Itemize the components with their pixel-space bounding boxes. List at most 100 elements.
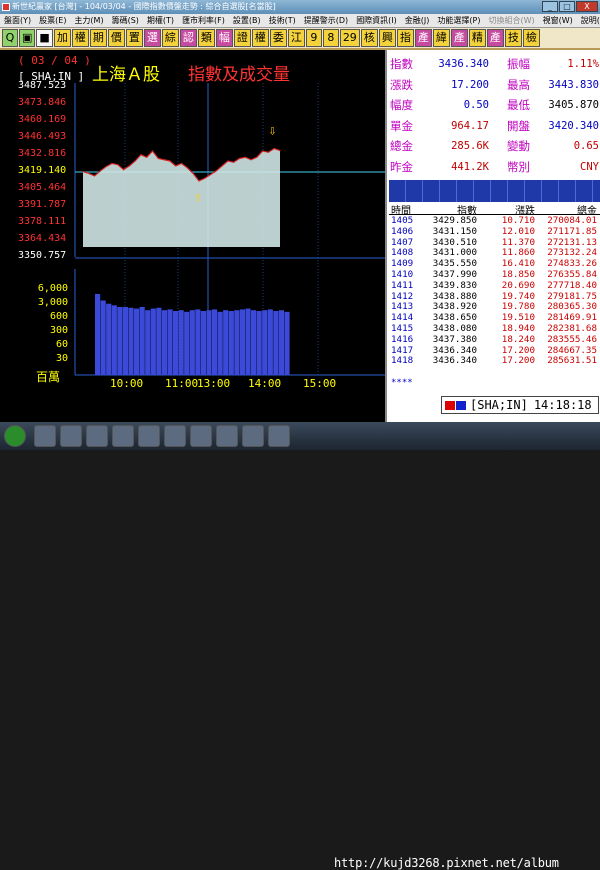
minimize-button[interactable]: _ xyxy=(542,1,558,12)
toolbar-button[interactable]: 權 xyxy=(251,29,269,47)
close-button[interactable]: X xyxy=(576,1,598,12)
volume-bar xyxy=(212,309,218,375)
tick-time: 1411 xyxy=(391,279,414,291)
volume-bar xyxy=(128,307,134,375)
price-point xyxy=(273,147,275,150)
watermark-url: http://kujd3268.pixnet.net/album xyxy=(334,856,559,870)
price-point xyxy=(99,170,101,172)
menu-item[interactable]: 盤面(Y) xyxy=(0,15,35,26)
toolbar-button[interactable]: 29 xyxy=(339,29,360,47)
volume-bar xyxy=(134,308,140,375)
volume-bar xyxy=(178,310,184,375)
stat-value: 1.11% xyxy=(567,58,599,71)
toolbar-button[interactable]: 9 xyxy=(305,29,322,47)
toolbar-button[interactable]: 加 xyxy=(53,29,71,47)
toolbar-button[interactable]: 認 xyxy=(179,29,197,47)
toolbar-button[interactable]: 精 xyxy=(468,29,486,47)
stat-value: 3405.870 xyxy=(548,99,599,112)
menu-item[interactable]: 期權(T) xyxy=(143,15,178,26)
menu-item[interactable]: 切換組合(W) xyxy=(484,15,538,26)
tick-change: 20.690 xyxy=(501,279,535,291)
toolbar-button[interactable]: 檢 xyxy=(522,29,540,47)
price-point xyxy=(256,156,258,158)
toolbar-button[interactable]: 委 xyxy=(269,29,287,47)
toolbar-button[interactable]: 選 xyxy=(143,29,161,47)
toolbar-button[interactable]: 產 xyxy=(414,29,432,47)
taskbar-app-icon[interactable] xyxy=(86,425,108,447)
high-marker-icon: ⇩ xyxy=(268,127,276,138)
menu-item[interactable]: 主力(M) xyxy=(70,15,107,26)
tick-table-header: 時間 指數 漲跌 總金 xyxy=(389,202,600,217)
stat-label: 昨金 xyxy=(390,159,413,174)
toolbar-button[interactable]: 技 xyxy=(504,29,522,47)
quote-stat-row: 幅度 0.50 最低 3405.870 xyxy=(387,95,600,116)
table-row[interactable]: 1411 3439.830 20.690 277718.40 xyxy=(389,279,600,292)
toolbar-button[interactable]: 證 xyxy=(233,29,251,47)
tick-time: 1416 xyxy=(391,333,414,345)
tick-table-body[interactable]: 1405 3429.850 10.710 270084.01 1406 3431.150 1… xyxy=(389,215,600,367)
volume-bar xyxy=(234,310,240,375)
start-icon[interactable] xyxy=(4,425,26,447)
menu-item[interactable]: 匯市利率(F) xyxy=(178,15,229,26)
menu-item[interactable]: 籌碼(S) xyxy=(108,15,143,26)
taskbar-app-icon[interactable] xyxy=(242,425,264,447)
taskbar-app-icon[interactable] xyxy=(190,425,212,447)
toolbar-button[interactable]: ■ xyxy=(36,29,53,47)
toolbar-button[interactable]: 產 xyxy=(450,29,468,47)
menu-item[interactable]: 功能選擇(P) xyxy=(433,15,484,26)
menu-bar: 盤面(Y) 股票(E) 主力(M) 籌碼(S) 期權(T) 匯市利率(F) 設置(B) 技術(… xyxy=(0,14,600,28)
toolbar-button[interactable]: 期 xyxy=(89,29,107,47)
volume-bar xyxy=(195,309,201,375)
taskbar-app-icon[interactable] xyxy=(34,425,56,447)
table-row[interactable]: 1406 3431.150 12.010 271171.85 xyxy=(389,226,600,238)
toolbar-button[interactable]: Q xyxy=(2,29,18,47)
tick-index: 3436.340 xyxy=(432,355,477,367)
toolbar-button[interactable]: 類 xyxy=(197,29,215,47)
price-point xyxy=(250,159,252,161)
price-point xyxy=(157,157,159,160)
toolbar-button[interactable]: 置 xyxy=(125,29,143,47)
menu-item[interactable]: 視窗(W) xyxy=(539,15,577,26)
stat-label: 最低 xyxy=(507,98,530,113)
maximize-button[interactable]: □ xyxy=(559,1,575,12)
stat-label: 開盤 xyxy=(507,118,530,133)
toolbar-button[interactable]: 產 xyxy=(486,29,504,47)
taskbar-app-icon[interactable] xyxy=(138,425,160,447)
price-point xyxy=(93,175,96,177)
volume-bar xyxy=(173,311,179,375)
stat-value: 285.6K xyxy=(451,140,489,153)
toolbar-button[interactable]: ▣ xyxy=(19,29,36,47)
taskbar-app-icon[interactable] xyxy=(60,425,82,447)
menu-item[interactable]: 提醒警示(D) xyxy=(300,15,352,26)
taskbar-app-icon[interactable] xyxy=(112,425,134,447)
taskbar-app-icon[interactable] xyxy=(164,425,186,447)
toolbar-button[interactable]: 核 xyxy=(360,29,378,47)
menu-item[interactable]: 國際資訊(I) xyxy=(352,15,401,26)
taskbar-app-icon[interactable] xyxy=(268,425,290,447)
volume-bar xyxy=(161,310,168,375)
menu-item[interactable]: 股票(E) xyxy=(35,15,70,26)
table-row[interactable]: 1416 3437.380 18.240 283555.46 xyxy=(389,333,600,346)
volume-bar xyxy=(278,310,285,375)
toolbar-button[interactable]: 興 xyxy=(378,29,396,47)
table-row[interactable]: 1418 3436.340 17.200 285631.51 xyxy=(389,356,600,367)
volume-bar xyxy=(267,309,273,375)
volume-bar xyxy=(122,306,129,375)
toolbar-button[interactable]: 緯 xyxy=(432,29,450,47)
stat-value: 3420.340 xyxy=(548,119,599,132)
toolbar-button[interactable]: 江 xyxy=(287,29,305,47)
toolbar-button[interactable]: 價 xyxy=(107,29,125,47)
low-marker-icon: ⇧ xyxy=(194,193,202,204)
status-time: 14:18:18 xyxy=(533,398,592,412)
tick-amount: 277718.40 xyxy=(547,279,597,291)
menu-item[interactable]: 說明(H) xyxy=(577,15,600,26)
toolbar-button[interactable]: 指 xyxy=(396,29,414,47)
toolbar-button[interactable]: 綜 xyxy=(161,29,179,47)
menu-item[interactable]: 設置(B) xyxy=(229,15,265,26)
menu-item[interactable]: 金融(J) xyxy=(401,15,434,26)
menu-item[interactable]: 技術(T) xyxy=(265,15,300,26)
toolbar-button[interactable]: 權 xyxy=(71,29,89,47)
toolbar-button[interactable]: 8 xyxy=(322,29,339,47)
taskbar-app-icon[interactable] xyxy=(216,425,238,447)
toolbar-button[interactable]: 幅 xyxy=(215,29,233,47)
